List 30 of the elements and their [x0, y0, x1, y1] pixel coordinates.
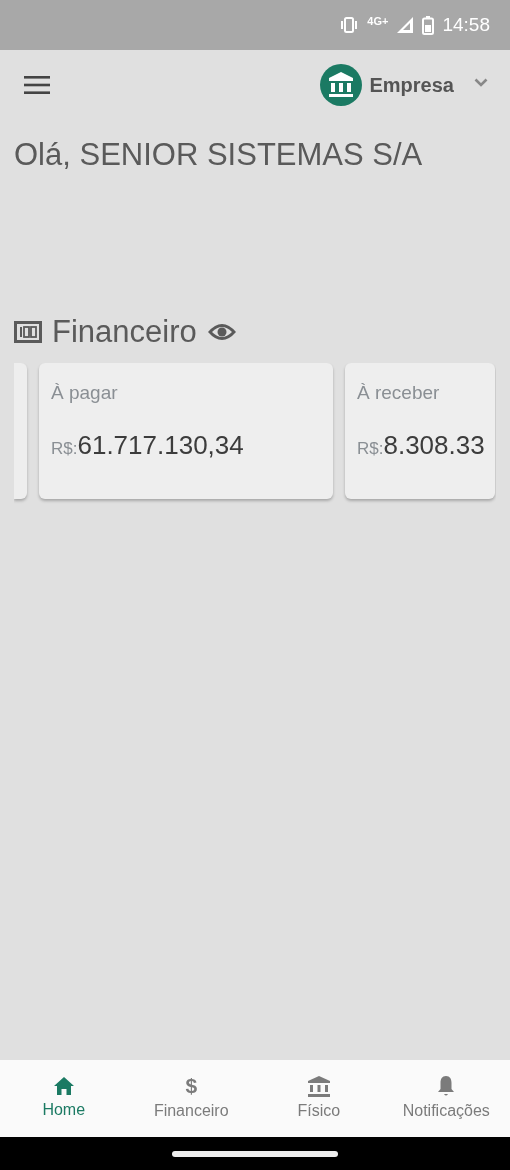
greeting-text: Olá, SENIOR SISTEMAS S/A: [13, 136, 424, 174]
bank-icon: [306, 1074, 331, 1097]
currency-label: R$:: [51, 437, 78, 460]
nav-tab[interactable]: $ Financeiro: [127, 1060, 255, 1137]
menu-icon[interactable]: [24, 76, 50, 94]
amount-value: 61.717.130,34: [77, 428, 244, 462]
eye-icon[interactable]: [206, 321, 237, 342]
bank-icon: [319, 64, 362, 106]
nav-tab[interactable]: Home: [0, 1060, 128, 1137]
section-title: Financeiro: [52, 312, 197, 351]
company-selector[interactable]: Empresa: [319, 64, 488, 106]
card-label: À receber: [357, 381, 441, 405]
home-indicator[interactable]: [172, 1150, 338, 1157]
dollar-icon: $: [185, 1074, 198, 1097]
currency-label: R$:: [357, 437, 384, 460]
clock-time: 14:58: [442, 12, 490, 37]
nav-tab[interactable]: Notificações: [382, 1060, 510, 1137]
bell-icon: [437, 1074, 456, 1097]
nav-tab[interactable]: Físico: [255, 1060, 383, 1137]
home-icon: [52, 1075, 75, 1096]
card-label: À pagar: [51, 381, 119, 405]
battery-icon: [422, 15, 435, 35]
money-icon: [14, 320, 42, 343]
network-type: 4G+: [367, 13, 389, 29]
signal-icon: [396, 16, 415, 34]
chevron-down-icon: [474, 77, 488, 87]
balance-card[interactable]: À receber R$:8.308.33: [345, 363, 495, 499]
vibrate-icon: [339, 17, 360, 33]
amount-value: 8.308.33: [383, 428, 485, 462]
balance-card[interactable]: À pagar R$:61.717.130,34: [39, 363, 333, 499]
